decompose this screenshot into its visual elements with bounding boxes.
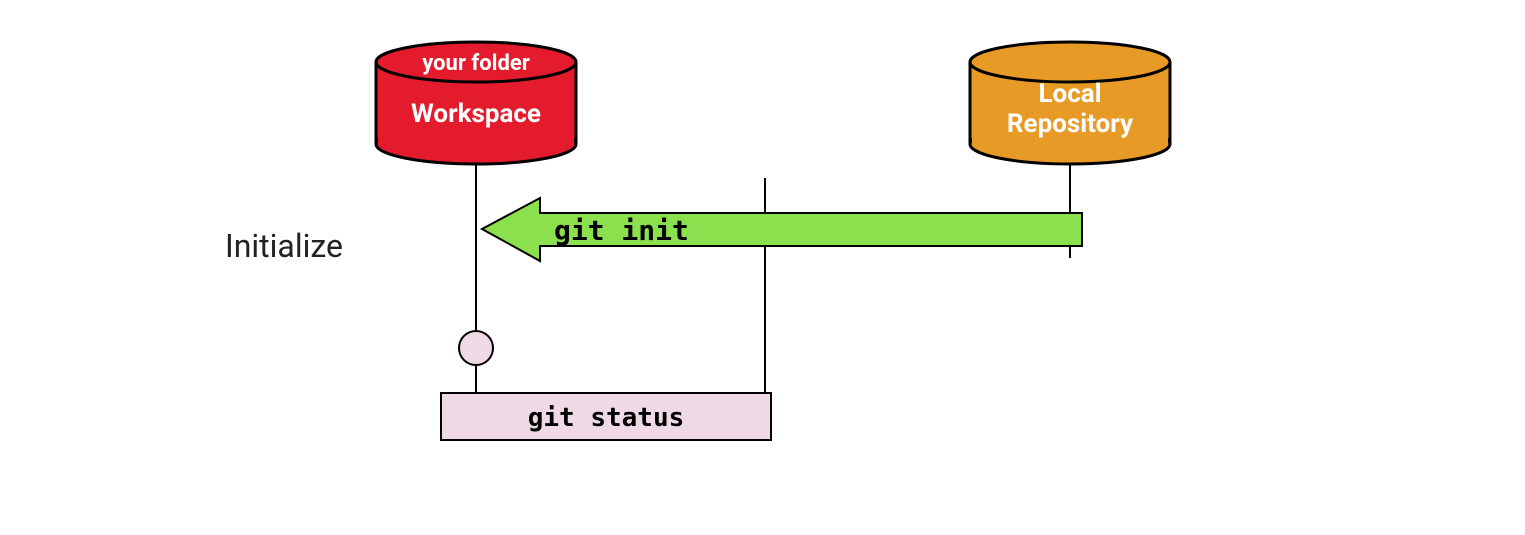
commit-node-icon: [459, 331, 493, 365]
localrepo-cylinder: Local Repository: [970, 42, 1170, 164]
initialize-label: Initialize: [225, 227, 343, 265]
workspace-cylinder: your folder Workspace: [376, 42, 576, 164]
git-init-arrow: git init: [482, 198, 1082, 261]
localrepo-title-line1: Local: [1038, 79, 1101, 109]
workspace-title: Workspace: [411, 99, 541, 129]
diagram-stage: Initialize your folder Workspace: [0, 0, 1525, 535]
diagram-svg: your folder Workspace Local Repository g…: [0, 0, 1525, 535]
workspace-caption: your folder: [422, 51, 530, 76]
localrepo-title-line2: Repository: [1007, 109, 1134, 139]
git-init-label: git init: [554, 214, 689, 247]
git-status-label: git status: [528, 403, 685, 433]
git-status-box: git status: [441, 393, 771, 440]
